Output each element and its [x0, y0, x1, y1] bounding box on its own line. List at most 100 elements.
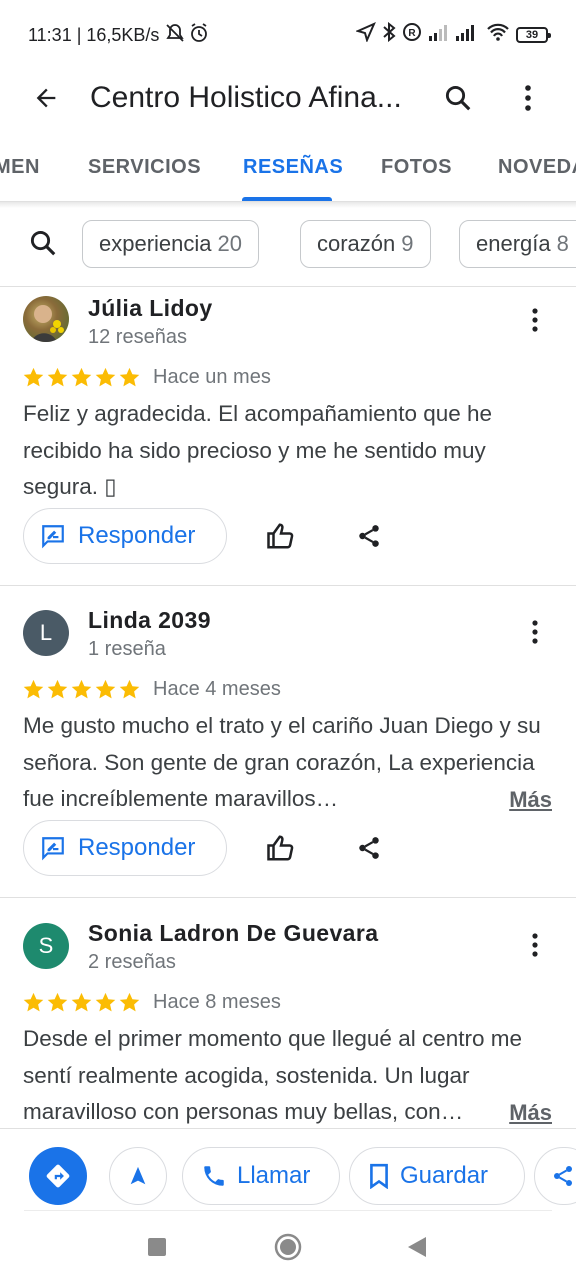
- star-rating: [22, 991, 141, 1014]
- star-icon: [23, 992, 44, 1012]
- star-icon: [119, 992, 140, 1012]
- reviewer-review-count: 2 reseñas: [88, 951, 176, 973]
- back-nav-button[interactable]: [408, 1237, 426, 1262]
- reviewer-review-count: 1 reseña: [88, 638, 166, 660]
- save-button[interactable]: Guardar: [349, 1147, 525, 1205]
- profile-photo-icon: [31, 305, 64, 342]
- read-more-link[interactable]: Más: [503, 787, 552, 813]
- signal-icon: [428, 22, 480, 47]
- review-date: Hace un mes: [153, 366, 271, 388]
- search-icon: [30, 230, 56, 256]
- tab-servicios[interactable]: SERVICIOS: [88, 156, 201, 179]
- star-icon: [95, 679, 116, 699]
- star-icon: [119, 367, 140, 387]
- tab-bar: MEN SERVICIOS RESEÑAS FOTOS NOVEDA: [0, 136, 576, 202]
- star-icon: [71, 992, 92, 1012]
- reply-button[interactable]: Responder: [23, 820, 227, 876]
- review-more-button[interactable]: [520, 614, 550, 650]
- share-button[interactable]: [349, 516, 389, 556]
- directions-icon: [46, 1164, 70, 1188]
- star-icon: [47, 992, 68, 1012]
- star-icon: [119, 679, 140, 699]
- bluetooth-icon: [382, 21, 396, 47]
- wifi-icon: [486, 22, 510, 47]
- bookmark-icon: [370, 1163, 388, 1189]
- star-icon: [71, 679, 92, 699]
- battery-icon: 39: [516, 26, 551, 43]
- review-date: Hace 4 meses: [153, 678, 281, 700]
- arrow-back-icon: [36, 88, 56, 108]
- share-place-button[interactable]: [534, 1147, 576, 1205]
- app-bar: Centro Holistico Afina...: [0, 70, 576, 126]
- status-time: 11:31 | 16,5KB/s: [28, 25, 160, 45]
- tab-indicator: [242, 197, 332, 201]
- avatar[interactable]: L: [23, 610, 69, 656]
- avatar[interactable]: [23, 296, 69, 342]
- reply-icon: [42, 837, 64, 861]
- review-item: L Linda 2039 1 reseña Hace 4 meses Me gu…: [0, 602, 576, 897]
- star-icon: [71, 367, 92, 387]
- search-icon: [445, 85, 471, 111]
- back-button[interactable]: [22, 74, 70, 122]
- tab-novedades[interactable]: NOVEDA: [498, 156, 576, 179]
- system-nav-bar: [0, 1210, 576, 1280]
- more-vert-icon: [532, 620, 538, 644]
- star-rating: [22, 678, 141, 701]
- like-button[interactable]: [261, 828, 301, 868]
- call-button[interactable]: Llamar: [182, 1147, 340, 1205]
- more-options-button[interactable]: [504, 74, 552, 122]
- reviewer-review-count: 12 reseñas: [88, 326, 187, 348]
- status-bar: 11:31 | 16,5KB/s R 39: [0, 0, 576, 70]
- page-title: Centro Holistico Afina...: [90, 81, 402, 114]
- star-icon: [47, 679, 68, 699]
- home-button[interactable]: [274, 1233, 302, 1266]
- reviewer-name[interactable]: Sonia Ladron De Guevara: [88, 920, 378, 947]
- share-button[interactable]: [349, 828, 389, 868]
- mute-alarm-icon: [165, 22, 209, 49]
- review-text[interactable]: Feliz y agradecida. El acompañamiento qu…: [23, 396, 558, 506]
- read-more-link[interactable]: Más: [503, 1100, 552, 1126]
- search-button[interactable]: [434, 74, 482, 122]
- review-item: Júlia Lidoy 12 reseñas Hace un mes Feliz…: [0, 290, 576, 585]
- like-button[interactable]: [261, 516, 301, 556]
- reviewer-name[interactable]: Linda 2039: [88, 607, 211, 634]
- recents-button[interactable]: [148, 1238, 166, 1261]
- tab-resumen[interactable]: MEN: [0, 156, 40, 179]
- more-vert-icon: [525, 85, 531, 111]
- start-navigation-button[interactable]: [109, 1147, 167, 1205]
- review-text[interactable]: Me gusto mucho el trato y el cariño Juan…: [23, 708, 558, 818]
- review-more-button[interactable]: [520, 302, 550, 338]
- star-icon: [47, 367, 68, 387]
- more-vert-icon: [532, 933, 538, 957]
- chip-energia[interactable]: energía 8: [459, 220, 576, 268]
- directions-button[interactable]: [29, 1147, 87, 1205]
- star-icon: [95, 367, 116, 387]
- tab-fotos[interactable]: FOTOS: [381, 156, 452, 179]
- location-icon: [355, 22, 376, 47]
- square-icon: [148, 1238, 166, 1256]
- star-icon: [23, 367, 44, 387]
- avatar[interactable]: S: [23, 923, 69, 969]
- review-more-button[interactable]: [520, 927, 550, 963]
- svg-text:R: R: [408, 28, 416, 39]
- triangle-back-icon: [408, 1237, 426, 1257]
- review-item: S Sonia Ladron De Guevara 2 reseñas Hace…: [0, 915, 576, 1128]
- chip-experiencia[interactable]: experiencia 20: [82, 220, 259, 268]
- reply-button[interactable]: Responder: [23, 508, 227, 564]
- share-icon: [554, 1166, 572, 1186]
- more-vert-icon: [532, 308, 538, 332]
- reviewer-name[interactable]: Júlia Lidoy: [88, 295, 213, 322]
- home-circle-icon: [274, 1233, 302, 1261]
- phone-icon: [204, 1166, 224, 1186]
- thumb-up-icon: [267, 523, 294, 549]
- star-icon: [95, 992, 116, 1012]
- reply-icon: [42, 525, 64, 549]
- tab-resenas[interactable]: RESEÑAS: [243, 156, 343, 179]
- review-text[interactable]: Desde el primer momento que llegué al ce…: [23, 1021, 558, 1128]
- thumb-up-icon: [267, 835, 294, 861]
- topic-chips: experiencia 20 corazón 9 energía 8: [0, 216, 576, 272]
- share-icon: [359, 525, 379, 547]
- search-reviews-button[interactable]: [28, 228, 62, 262]
- registered-icon: R: [402, 22, 422, 47]
- chip-corazon[interactable]: corazón 9: [300, 220, 431, 268]
